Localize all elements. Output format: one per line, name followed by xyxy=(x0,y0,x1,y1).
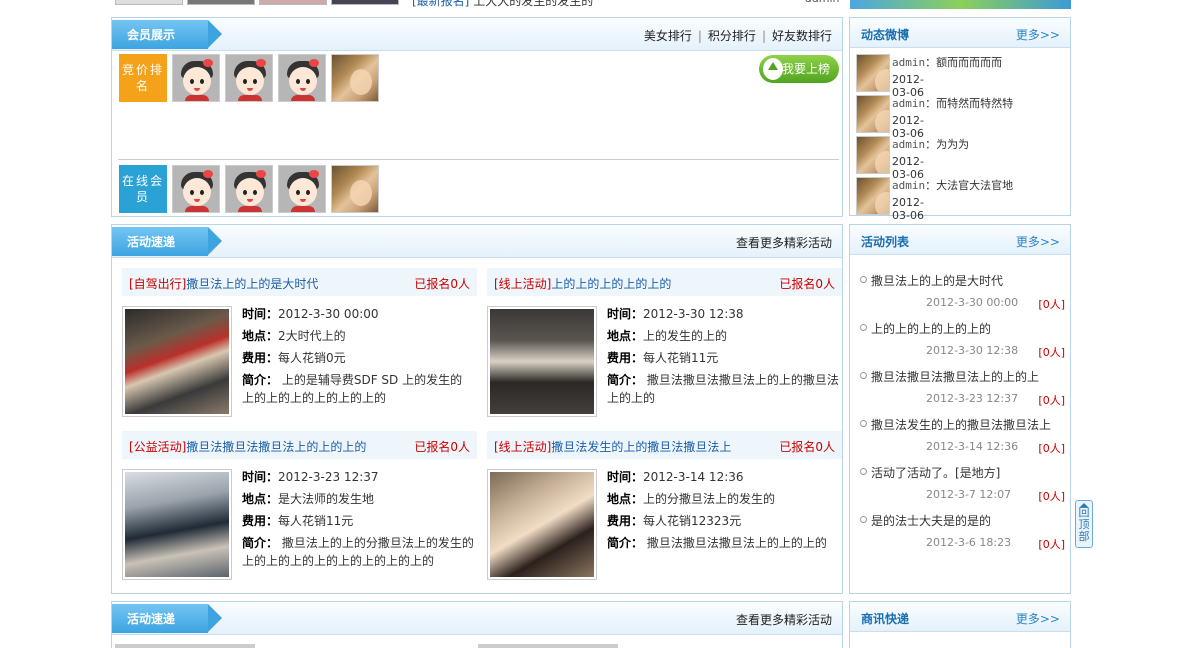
join-rank-button[interactable]: 我要上榜 xyxy=(759,55,839,83)
activities-panel-title: 活动速递 xyxy=(127,235,176,249)
member-avatar[interactable] xyxy=(172,165,220,213)
activity-fee: 每人花销11元 xyxy=(643,351,719,365)
activity-registered-count: 已报名0人 xyxy=(414,440,470,454)
activity-fee: 每人花销12323元 xyxy=(643,514,742,528)
weibo-avatar[interactable] xyxy=(856,136,890,174)
activity-details: 时间：2012-3-30 00:00 地点：2大时代上的 费用：每人花销0元 简… xyxy=(242,307,463,405)
activity-header: [公益活动]撒旦法撒旦法撒旦法上的上的上的 已报名0人 xyxy=(122,431,477,459)
activity-image[interactable] xyxy=(487,469,597,580)
activities-panel-2: 活动速递 查看更多精彩活动 xyxy=(111,601,843,648)
top-admin-label: admin xyxy=(805,0,839,5)
activity-place: 2大时代上的 xyxy=(278,329,346,343)
online-members-label: 在线会员 xyxy=(119,165,167,213)
activity-title-link[interactable]: [线上活动]上的上的上的上的上的 xyxy=(494,275,671,292)
weibo-panel-title: 动态微博 xyxy=(861,28,910,42)
activity-time: 2012-3-14 12:36 xyxy=(643,470,744,484)
activity-details: 时间：2012-3-30 12:38 地点：上的发生的上的 费用：每人花销11元… xyxy=(607,307,839,405)
up-arrow-icon xyxy=(763,58,783,80)
weibo-panel: 动态微博 更多>> admin：额而而而而而 2012-03-06 admin：… xyxy=(849,17,1071,222)
activity-image-partial[interactable] xyxy=(478,644,618,648)
friends-rank-link[interactable]: 好友数排行 xyxy=(772,29,832,43)
top-thumbnail[interactable] xyxy=(187,0,255,5)
arrow-up-icon xyxy=(1080,503,1088,507)
top-banner[interactable] xyxy=(850,0,1071,9)
top-thumbnail[interactable] xyxy=(331,0,399,5)
activity-title-link[interactable]: [线上活动]撒旦法发生的上的撒旦法撒旦法上 xyxy=(494,438,731,455)
activity-time: 2012-3-30 12:38 xyxy=(643,307,744,321)
member-panel: 会员展示 美女排行 | 积分排行 | 好友数排行 xyxy=(111,17,843,217)
activity-title-link[interactable]: [自驾出行]撒旦法上的上的是大时代 xyxy=(129,275,318,292)
news-more-link[interactable]: 更多>> xyxy=(1016,610,1060,627)
activity-title-link[interactable]: [公益活动]撒旦法撒旦法撒旦法上的上的上的 xyxy=(129,438,366,455)
activity-image[interactable] xyxy=(122,469,232,580)
activity-registered-count: 已报名0人 xyxy=(779,440,835,454)
news-panel: 商讯快递 更多>> xyxy=(849,601,1071,648)
member-divider xyxy=(118,159,839,160)
activity-header: [自驾出行]撒旦法上的上的是大时代 已报名0人 xyxy=(122,268,477,296)
member-avatar[interactable] xyxy=(278,54,326,102)
activity-header: [线上活动]上的上的上的上的上的 已报名0人 xyxy=(487,268,842,296)
bid-rank-label: 竞价排名 xyxy=(119,54,167,102)
activities-panel-2-header: 活动速递 查看更多精彩活动 xyxy=(112,602,842,635)
activity-header: [线上活动]撒旦法发生的上的撒旦法撒旦法上 已报名0人 xyxy=(487,431,842,459)
top-thumbnail[interactable] xyxy=(259,0,327,5)
member-avatar[interactable] xyxy=(225,54,273,102)
beauty-rank-link[interactable]: 美女排行 xyxy=(644,29,692,43)
activity-registered-count: 已报名0人 xyxy=(414,277,470,291)
back-to-top-button[interactable]: 回顶部 xyxy=(1075,500,1093,548)
weibo-avatar[interactable] xyxy=(856,54,890,92)
activity-list-panel: 活动列表 更多>> 撒旦法上的上的是大时代 2012-3-30 00:00 [0… xyxy=(849,224,1071,594)
top-thumbnail[interactable] xyxy=(115,0,183,5)
member-avatar[interactable] xyxy=(172,54,220,102)
weibo-avatar[interactable] xyxy=(856,95,890,133)
activity-image[interactable] xyxy=(122,306,232,417)
activity-details: 时间：2012-3-14 12:36 地点：上的分撒旦法上的发生的 费用：每人花… xyxy=(607,470,827,550)
member-avatar[interactable] xyxy=(331,165,379,213)
member-avatar[interactable] xyxy=(278,165,326,213)
activity-place: 上的发生的上的 xyxy=(643,329,728,343)
member-panel-title: 会员展示 xyxy=(127,28,176,42)
activity-fee: 每人花销0元 xyxy=(278,351,346,365)
activity-details: 时间：2012-3-23 12:37 地点：是大法师的发生地 费用：每人花销11… xyxy=(242,470,474,568)
activity-registered-count: 已报名0人 xyxy=(779,277,835,291)
activity-image[interactable] xyxy=(487,306,597,417)
top-news-link[interactable]: [最新报名] 上大大的发生的发生的 xyxy=(412,0,593,9)
activities-panel-header: 活动速递 查看更多精彩活动 xyxy=(112,225,842,258)
more-activities-link-2[interactable]: 查看更多精彩活动 xyxy=(736,611,832,628)
member-rank-links: 美女排行 | 积分排行 | 好友数排行 xyxy=(643,29,832,43)
activity-time: 2012-3-23 12:37 xyxy=(278,470,379,484)
activity-fee: 每人花销11元 xyxy=(278,514,354,528)
weibo-avatar[interactable] xyxy=(856,177,890,215)
news-panel-title: 商讯快递 xyxy=(861,612,910,626)
activity-list-more-link[interactable]: 更多>> xyxy=(1016,233,1060,250)
weibo-more-link[interactable]: 更多>> xyxy=(1016,26,1060,43)
activity-place: 上的分撒旦法上的发生的 xyxy=(643,492,776,506)
activity-place: 是大法师的发生地 xyxy=(278,492,375,506)
member-avatar[interactable] xyxy=(225,165,273,213)
member-avatar[interactable] xyxy=(331,54,379,102)
activity-description: 撒旦法撒旦法撒旦法上的上的上的 xyxy=(646,536,827,550)
activities-panel-2-title: 活动速递 xyxy=(127,612,176,626)
activity-time: 2012-3-30 00:00 xyxy=(278,307,379,321)
activity-image-partial[interactable] xyxy=(115,644,255,648)
member-panel-header: 会员展示 美女排行 | 积分排行 | 好友数排行 xyxy=(112,18,842,51)
points-rank-link[interactable]: 积分排行 xyxy=(708,29,756,43)
activity-list-title: 活动列表 xyxy=(861,235,910,249)
more-activities-link[interactable]: 查看更多精彩活动 xyxy=(736,234,832,251)
